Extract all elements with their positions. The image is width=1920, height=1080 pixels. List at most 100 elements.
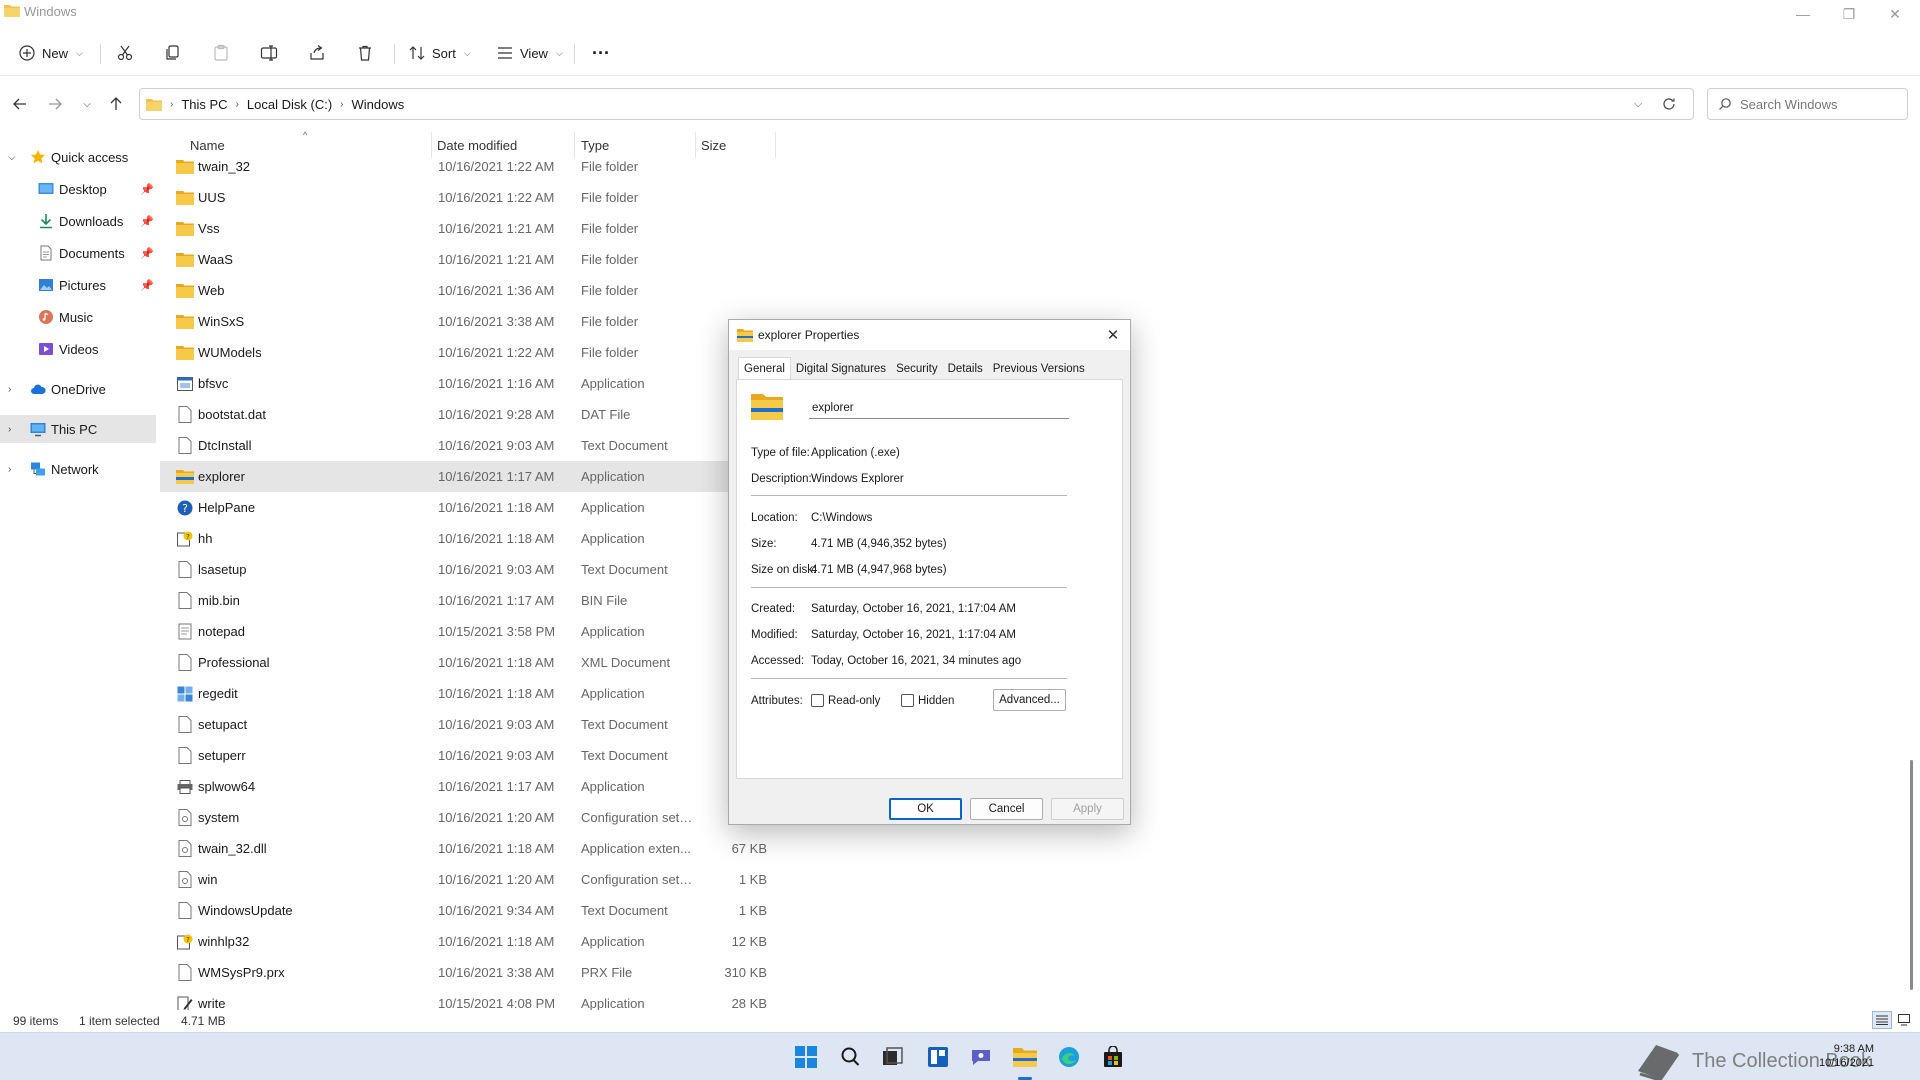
sidebar-item-pictures[interactable]: Pictures 📌 bbox=[0, 271, 156, 299]
file-row[interactable]: ? winhlp32 10/16/2021 1:18 AM Application 12… bbox=[160, 926, 900, 957]
file-date: 10/16/2021 1:17 AM bbox=[438, 779, 555, 794]
details-view-button[interactable] bbox=[1872, 1011, 1892, 1029]
column-header-size[interactable]: Size bbox=[701, 138, 726, 153]
dialog-close-button[interactable]: ✕ bbox=[1102, 324, 1124, 346]
delete-button[interactable] bbox=[356, 38, 374, 68]
chevron-right-icon[interactable]: › bbox=[8, 424, 11, 435]
file-name-field[interactable] bbox=[809, 397, 1069, 419]
column-divider[interactable] bbox=[431, 132, 432, 158]
column-header-type[interactable]: Type bbox=[581, 138, 609, 153]
tab-security[interactable]: Security bbox=[891, 359, 943, 379]
file-row[interactable]: WMSysPr9.prx 10/16/2021 3:38 AM PRX File 31… bbox=[160, 957, 900, 988]
recent-locations-button[interactable]: ⌵ bbox=[75, 92, 99, 116]
sidebar-item-videos[interactable]: Videos bbox=[0, 335, 156, 363]
column-divider[interactable] bbox=[574, 132, 575, 158]
refresh-button[interactable] bbox=[1662, 89, 1676, 119]
hidden-checkbox[interactable]: Hidden bbox=[901, 694, 954, 707]
apply-button[interactable]: Apply bbox=[1051, 798, 1124, 820]
sidebar-item-onedrive[interactable]: › OneDrive bbox=[0, 375, 156, 403]
column-header-name[interactable]: Name bbox=[190, 138, 225, 153]
start-button[interactable] bbox=[792, 1043, 820, 1071]
tab-details[interactable]: Details bbox=[943, 359, 988, 379]
breadcrumb-windows[interactable]: Windows bbox=[352, 97, 405, 112]
maximize-button[interactable]: ❐ bbox=[1826, 0, 1872, 30]
copy-button[interactable] bbox=[164, 38, 182, 68]
sidebar-item-quick-access[interactable]: ⌵ Quick access bbox=[0, 143, 156, 171]
sidebar-item-network[interactable]: › Network bbox=[0, 455, 156, 483]
rename-button[interactable] bbox=[260, 38, 278, 68]
breadcrumb-local-disk[interactable]: Local Disk (C:) bbox=[247, 97, 332, 112]
dialog-title-bar[interactable]: explorer Properties ✕ bbox=[729, 320, 1130, 350]
file-date: 10/16/2021 1:18 AM bbox=[438, 686, 555, 701]
column-header-row: ^ Name Date modified Type Size bbox=[160, 130, 1915, 158]
address-history-button[interactable]: ⌵ bbox=[1634, 89, 1642, 119]
file-type: Application bbox=[581, 376, 645, 391]
cancel-button[interactable]: Cancel bbox=[970, 798, 1043, 820]
sidebar-item-desktop[interactable]: Desktop 📌 bbox=[0, 175, 156, 203]
chevron-right-icon[interactable]: › bbox=[8, 384, 11, 395]
more-options-button[interactable]: ··· bbox=[592, 38, 610, 68]
file-size: 67 KB bbox=[731, 841, 767, 856]
new-button[interactable]: New ⌵ bbox=[18, 38, 83, 68]
file-row[interactable]: twain_32.dll 10/16/2021 1:18 AM Applicatio… bbox=[160, 833, 900, 864]
chevron-right-icon[interactable]: › bbox=[8, 464, 11, 475]
widgets-button[interactable] bbox=[924, 1043, 952, 1071]
forward-button[interactable] bbox=[43, 92, 67, 116]
taskbar-store[interactable] bbox=[1099, 1043, 1127, 1071]
tab-previous-versions[interactable]: Previous Versions bbox=[988, 359, 1090, 379]
size-on-disk-label: Size on disk: bbox=[751, 564, 817, 576]
cut-button[interactable] bbox=[116, 38, 134, 68]
large-icons-view-button[interactable] bbox=[1894, 1011, 1914, 1029]
read-only-checkbox[interactable]: Read-only bbox=[811, 694, 880, 707]
task-view-button[interactable] bbox=[879, 1043, 907, 1071]
tab-digital-signatures[interactable]: Digital Signatures bbox=[791, 359, 891, 379]
system-clock[interactable]: 9:38 AM 10/16/2021 bbox=[1819, 1042, 1874, 1070]
tab-general[interactable]: General bbox=[738, 357, 791, 379]
taskbar-edge[interactable] bbox=[1055, 1043, 1083, 1071]
accessed-value: Today, October 16, 2021, 34 minutes ago bbox=[811, 655, 1022, 667]
taskbar-search-button[interactable] bbox=[836, 1043, 864, 1071]
sidebar-item-music[interactable]: Music bbox=[0, 303, 156, 331]
chevron-down-icon[interactable]: ⌵ bbox=[8, 152, 16, 163]
clock-time: 9:38 AM bbox=[1833, 1043, 1875, 1055]
view-button[interactable]: View ⌵ bbox=[496, 38, 563, 68]
file-row[interactable]: write 10/15/2021 4:08 PM Application 28 KB bbox=[160, 988, 900, 1010]
column-divider[interactable] bbox=[695, 132, 696, 158]
sidebar-item-downloads[interactable]: Downloads 📌 bbox=[0, 207, 156, 235]
file-name: winhlp32 bbox=[198, 934, 250, 949]
sidebar-item-documents[interactable]: Documents 📌 bbox=[0, 239, 156, 267]
address-bar[interactable]: › This PC › Local Disk (C:) › Windows ⌵ bbox=[139, 88, 1694, 120]
advanced-button[interactable]: Advanced... bbox=[993, 689, 1066, 711]
vertical-scrollbar[interactable] bbox=[1910, 760, 1913, 990]
task-view-icon bbox=[883, 1047, 903, 1065]
file-type: Application bbox=[581, 469, 645, 484]
close-button[interactable]: ✕ bbox=[1872, 0, 1918, 30]
file-name: twain_32.dll bbox=[198, 841, 267, 856]
file-date: 10/16/2021 1:18 AM bbox=[438, 500, 555, 515]
chat-button[interactable] bbox=[967, 1043, 995, 1071]
sidebar-item-this-pc[interactable]: › This PC bbox=[0, 415, 156, 443]
back-button[interactable] bbox=[8, 92, 32, 116]
up-button[interactable] bbox=[104, 92, 128, 116]
minimize-button[interactable]: — bbox=[1780, 0, 1826, 30]
file-row[interactable]: Vss 10/16/2021 1:21 AM File folder bbox=[160, 213, 900, 244]
description-label: Description: bbox=[751, 473, 812, 485]
file-row[interactable]: WaaS 10/16/2021 1:21 AM File folder bbox=[160, 244, 900, 275]
search-box[interactable] bbox=[1707, 88, 1908, 120]
sort-button[interactable]: Sort ⌵ bbox=[408, 38, 471, 68]
file-row[interactable]: win 10/16/2021 1:20 AM Configuration sett.… bbox=[160, 864, 900, 895]
breadcrumb-this-pc[interactable]: This PC bbox=[181, 97, 227, 112]
column-header-date[interactable]: Date modified bbox=[437, 138, 517, 153]
checkbox-box[interactable] bbox=[811, 694, 824, 707]
ok-button[interactable]: OK bbox=[889, 798, 962, 820]
file-row[interactable]: UUS 10/16/2021 1:22 AM File folder bbox=[160, 182, 900, 213]
column-divider[interactable] bbox=[775, 132, 776, 158]
search-input[interactable] bbox=[1740, 96, 1890, 112]
paste-button[interactable] bbox=[212, 38, 230, 68]
checkbox-box[interactable] bbox=[901, 694, 914, 707]
file-row[interactable]: WindowsUpdate 10/16/2021 9:34 AM Text Docu… bbox=[160, 895, 900, 926]
widgets-icon bbox=[928, 1047, 948, 1067]
file-row[interactable]: Web 10/16/2021 1:36 AM File folder bbox=[160, 275, 900, 306]
taskbar-file-explorer[interactable] bbox=[1011, 1043, 1039, 1071]
share-button[interactable] bbox=[308, 38, 326, 68]
